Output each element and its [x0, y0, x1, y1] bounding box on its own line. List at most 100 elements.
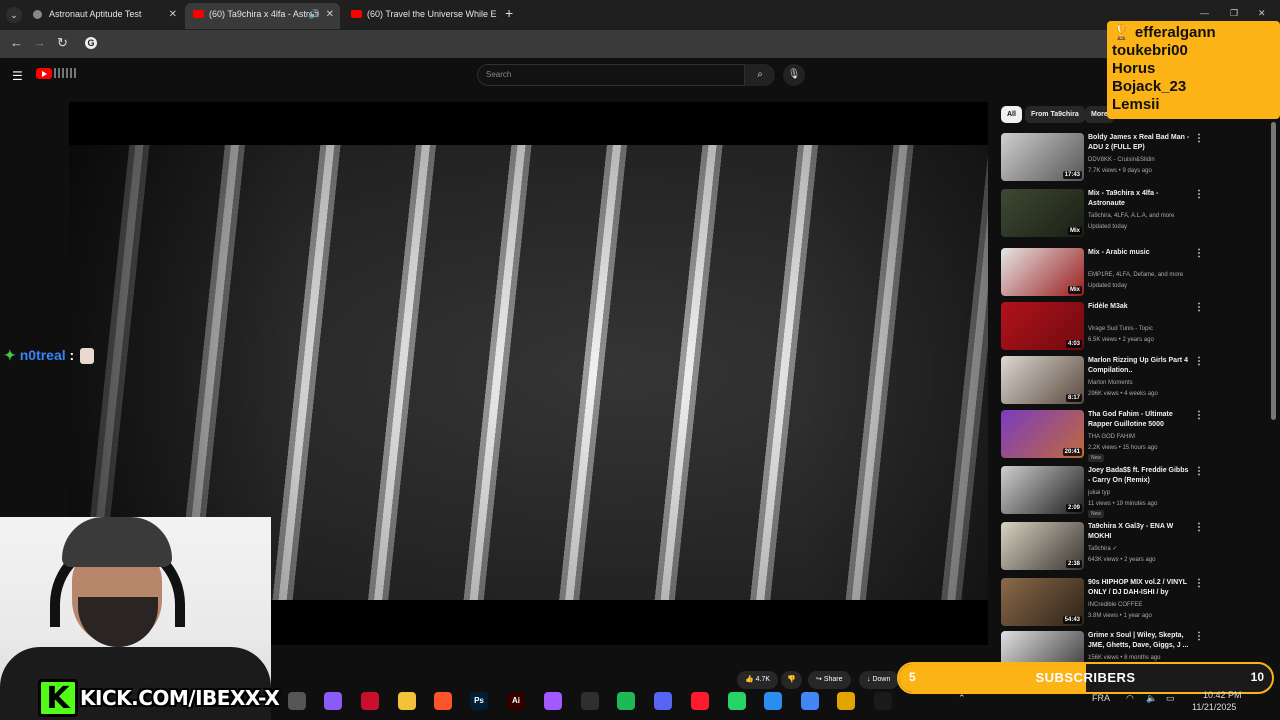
video-title[interactable]: Joey Bada$$ ft. Freddie Gibbs - Carry On… [1088, 466, 1190, 486]
microphone-icon[interactable]: 🎙 [783, 64, 805, 86]
mcafee-icon[interactable] [361, 692, 379, 710]
like-button[interactable]: 👍 4.7K [737, 671, 779, 689]
more-options-icon[interactable]: ⋮ [1194, 248, 1204, 259]
video-title[interactable]: Mix - Ta9chira x 4lfa - Astronaute [1088, 189, 1190, 209]
recommendation-item[interactable]: Mix Mix - Ta9chira x 4lfa - Astronaute Ta9… [1001, 189, 1211, 239]
copilot-icon[interactable] [324, 692, 342, 710]
more-options-icon[interactable]: ⋮ [1194, 522, 1204, 533]
video-channel[interactable]: Marlon Moments [1088, 378, 1198, 388]
more-options-icon[interactable]: ⋮ [1194, 466, 1204, 477]
recommendation-item[interactable]: 2:38 Ta9chira X Gal3y - ENA W MOKHI Ta9chi… [1001, 522, 1211, 572]
video-title[interactable]: Boldy James x Real Bad Man - ADU 2 (FULL… [1088, 133, 1190, 153]
forward-arrow-icon[interactable]: → [33, 35, 46, 50]
youtube-logo[interactable] [36, 68, 52, 79]
video-thumbnail[interactable]: 2:09 [1001, 466, 1084, 514]
video-title[interactable]: 90s HIPHOP MIX vol.2 / VINYL ONLY / DJ D… [1088, 578, 1190, 598]
whatsapp-icon[interactable] [728, 692, 746, 710]
minimize-button[interactable]: — [1200, 8, 1209, 18]
more-options-icon[interactable]: ⋮ [1194, 356, 1204, 367]
more-options-icon[interactable]: ⋮ [1194, 302, 1204, 313]
dislike-button[interactable]: 👎 [781, 671, 802, 689]
recommendation-item[interactable]: 4:03 Fidèle M3ak Virage Sud Tunis - Topic 6… [1001, 302, 1211, 352]
close-icon[interactable]: ✕ [326, 3, 334, 26]
chip-all[interactable]: All [1001, 106, 1022, 123]
battery-icon[interactable]: ▭ [1166, 693, 1175, 704]
sidebar-scrollbar[interactable] [1271, 122, 1276, 420]
obs-icon[interactable] [581, 692, 599, 710]
video-title[interactable]: Mix - Arabic music [1088, 248, 1190, 258]
share-button[interactable]: ↪ Share [808, 671, 851, 689]
opera-icon[interactable] [691, 692, 709, 710]
youtube-header: ☰ Search ⌕ 🎙 [0, 58, 1280, 94]
video-title[interactable]: Grime x Soul | Wiley, Skepta, JME, Ghett… [1088, 631, 1190, 651]
search-input[interactable]: Search [477, 64, 745, 86]
video-title[interactable]: Ta9chira X Gal3y - ENA W MOKHI [1088, 522, 1190, 542]
close-icon[interactable]: ✕ [169, 3, 177, 26]
video-thumbnail[interactable]: 2:38 [1001, 522, 1084, 570]
video-channel[interactable]: Ta9chira, 4LFA, A.L.A, and more [1088, 211, 1198, 221]
chrome-icon[interactable] [801, 692, 819, 710]
video-title[interactable]: Tha God Fahim - Ultimate Rapper Guilloti… [1088, 410, 1190, 430]
brave-icon[interactable] [434, 692, 452, 710]
video-channel[interactable]: jukai typ [1088, 488, 1198, 498]
recommendation-item[interactable]: Mix Mix - Arabic music EMP1RE, 4LFA, Defam… [1001, 248, 1211, 298]
video-thumbnail[interactable]: 20:41 [1001, 410, 1084, 458]
reload-icon[interactable]: ↻ [57, 35, 68, 51]
language-indicator[interactable]: FRA [1092, 693, 1110, 703]
video-channel[interactable]: DDV8KK - Cruisin&Slidin [1088, 155, 1198, 165]
video-thumbnail[interactable]: 8:17 [1001, 356, 1084, 404]
recommendation-item[interactable]: 54:43 90s HIPHOP MIX vol.2 / VINYL ONLY /… [1001, 578, 1211, 628]
video-title[interactable]: Fidèle M3ak [1088, 302, 1190, 312]
chip-from-ta9chira[interactable]: From Ta9chira [1025, 106, 1085, 123]
back-arrow-icon[interactable]: ← [10, 35, 23, 50]
video-channel[interactable]: Virage Sud Tunis - Topic [1088, 324, 1198, 334]
more-options-icon[interactable]: ⋮ [1194, 410, 1204, 421]
tab-astronaut-test[interactable]: Astronaut Aptitude Test ✕ [25, 3, 183, 29]
video-thumbnail[interactable]: 17:43 [1001, 133, 1084, 181]
discord-icon[interactable] [654, 692, 672, 710]
maximize-button[interactable]: ❐ [1230, 8, 1238, 19]
video-title[interactable]: Marlon Rizzing Up Girls Part 4 Compilati… [1088, 356, 1190, 376]
photoshop-icon[interactable]: Ps [470, 692, 488, 710]
app-icon[interactable] [874, 692, 892, 710]
video-channel[interactable]: Ta9chira ✓ [1088, 544, 1198, 554]
video-thumbnail[interactable]: 54:43 [1001, 578, 1084, 626]
menu-icon[interactable]: ☰ [12, 69, 23, 83]
taskbar-date[interactable]: 11/21/2025 [1192, 702, 1236, 712]
more-options-icon[interactable]: ⋮ [1194, 189, 1204, 200]
search-icon[interactable]: ⌕ [745, 64, 775, 86]
tab-search-icon[interactable]: ⌄ [6, 7, 22, 23]
download-button[interactable]: ↓ Down [859, 671, 899, 689]
google-icon[interactable]: G [85, 37, 97, 49]
more-options-icon[interactable]: ⋮ [1194, 631, 1204, 642]
illustrator-icon[interactable]: Ai [507, 692, 525, 710]
video-thumbnail[interactable]: Mix [1001, 189, 1084, 237]
spotify-icon[interactable] [617, 692, 635, 710]
taskbar-time[interactable]: 10:42 PM [1203, 690, 1242, 700]
close-window-button[interactable]: ✕ [1258, 8, 1266, 19]
figma-icon[interactable] [544, 692, 562, 710]
tab-ta9chira[interactable]: (60) Ta9chira x 4lfa - Astron 🔊 ✕ [185, 3, 340, 29]
more-options-icon[interactable]: ⋮ [1194, 133, 1204, 144]
recommendation-item[interactable]: 8:17 Marlon Rizzing Up Girls Part 4 Compi… [1001, 356, 1211, 406]
video-channel[interactable]: INCredible COFFEE [1088, 600, 1198, 610]
video-channel[interactable]: EMP1RE, 4LFA, Defame, and more [1088, 270, 1198, 280]
tab-travel-universe[interactable]: (60) Travel the Universe While E [343, 3, 498, 29]
video-channel[interactable]: THA GOD FAHIM [1088, 432, 1198, 442]
tray-chevron-icon[interactable]: ⌃ [958, 693, 966, 704]
snipping-icon[interactable] [764, 692, 782, 710]
video-thumbnail[interactable]: Mix [1001, 248, 1084, 296]
more-options-icon[interactable]: ⋮ [1194, 578, 1204, 589]
video-thumbnail[interactable]: 4:03 [1001, 302, 1084, 350]
youtube-wordmark [54, 68, 78, 78]
file-explorer-icon[interactable] [398, 692, 416, 710]
volume-icon[interactable]: 🔈 [1146, 693, 1157, 704]
recommendation-item[interactable]: 17:43 Boldy James x Real Bad Man - ADU 2 … [1001, 133, 1211, 183]
stack-icon[interactable] [837, 692, 855, 710]
speaker-icon[interactable]: 🔊 [309, 3, 320, 26]
recommendation-item[interactable]: 2:09 Joey Bada$$ ft. Freddie Gibbs - Carr… [1001, 466, 1211, 518]
recommendation-item[interactable]: 20:41 Tha God Fahim - Ultimate Rapper Gui… [1001, 410, 1211, 462]
wifi-icon[interactable]: ◠ [1126, 693, 1134, 704]
task-view-icon[interactable] [288, 692, 306, 710]
new-tab-button[interactable]: + [505, 5, 513, 21]
